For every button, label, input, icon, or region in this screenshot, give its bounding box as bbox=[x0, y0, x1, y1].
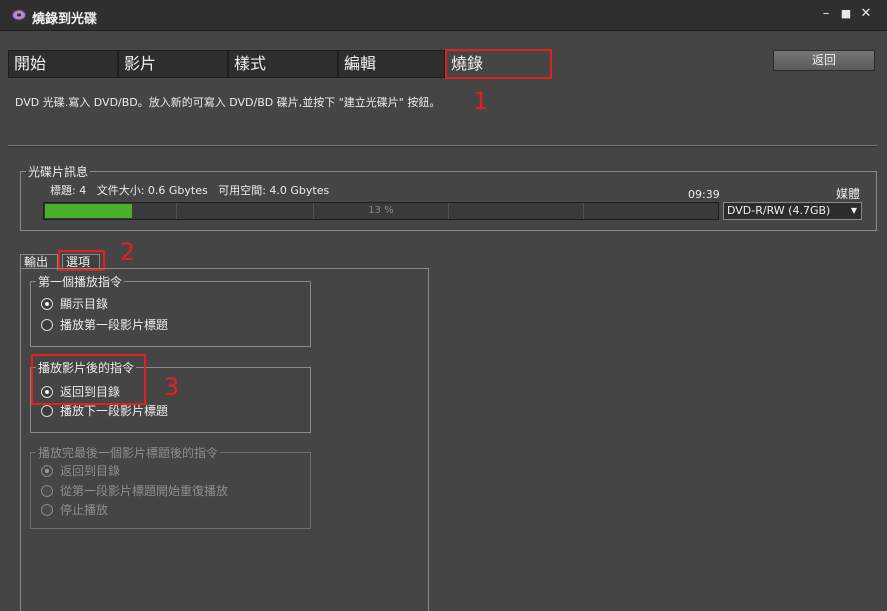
window-title: 燒錄到光碟 bbox=[32, 12, 98, 27]
radio-icon[interactable] bbox=[41, 298, 53, 310]
radio-play-first-title[interactable]: 播放第一段影片標題 bbox=[41, 317, 291, 335]
close-icon[interactable]: ✕ bbox=[858, 6, 874, 22]
after-last-title-legend: 播放完最後一個影片標題後的指令 bbox=[36, 444, 221, 461]
radio-icon[interactable] bbox=[41, 319, 53, 331]
main-tabs: 開始 影片 樣式 編輯 燒錄 bbox=[8, 50, 552, 78]
annotation-number-1: 1 bbox=[473, 87, 489, 115]
progress-percent: 13 % bbox=[368, 205, 394, 216]
radio-disabled-repeat-from-first: 從第一段影片標題開始重復播放 bbox=[41, 483, 301, 501]
chevron-down-icon[interactable]: ▼ bbox=[851, 203, 857, 219]
disc-info-group bbox=[20, 171, 877, 231]
radio-play-next-title[interactable]: 播放下一段影片標題 bbox=[41, 403, 291, 421]
radio-disabled-return-to-menu: 返回到目錄 bbox=[41, 463, 291, 481]
tab-start[interactable]: 開始 bbox=[8, 50, 118, 78]
annotation-number-2: 2 bbox=[120, 238, 136, 266]
divider bbox=[8, 145, 877, 147]
disc-time: 09:39 bbox=[688, 188, 720, 201]
radio-icon bbox=[41, 485, 53, 497]
first-play-legend: 第一個播放指令 bbox=[36, 273, 125, 290]
media-dropdown[interactable]: DVD-R/RW (4.7GB) ▼ bbox=[723, 202, 862, 220]
title-bar bbox=[0, 0, 887, 31]
minimize-icon[interactable]: – bbox=[818, 6, 834, 22]
disc-stats: 標題: 4 文件大小: 0.6 Gbytes 可用空間: 4.0 Gbytes bbox=[50, 184, 330, 197]
tab-burn[interactable]: 燒錄 bbox=[445, 50, 552, 78]
radio-icon bbox=[41, 465, 53, 477]
after-title-legend: 播放影片後的指令 bbox=[36, 359, 137, 376]
radio-show-menu[interactable]: 顯示目錄 bbox=[41, 296, 291, 314]
media-label: 媒體 bbox=[836, 187, 861, 201]
tab-edit[interactable]: 編輯 bbox=[338, 50, 445, 78]
radio-icon[interactable] bbox=[41, 386, 53, 398]
first-play-group bbox=[30, 281, 311, 347]
maximize-icon[interactable]: ■ bbox=[838, 6, 854, 22]
back-button[interactable]: 返回 bbox=[773, 50, 875, 71]
tab-style[interactable]: 樣式 bbox=[228, 50, 338, 78]
media-selected-value: DVD-R/RW (4.7GB) bbox=[727, 204, 831, 217]
radio-icon[interactable] bbox=[41, 405, 53, 417]
annotation-number-3: 3 bbox=[164, 373, 180, 401]
disc-app-icon bbox=[12, 9, 26, 21]
radio-disabled-stop: 停止播放 bbox=[41, 502, 291, 520]
tab-video[interactable]: 影片 bbox=[118, 50, 228, 78]
radio-icon bbox=[41, 504, 53, 516]
disc-info-legend: 光碟片訊息 bbox=[26, 163, 91, 180]
status-message: DVD 光碟.寫入 DVD/BD。放入新的可寫入 DVD/BD 碟片,並按下 "… bbox=[15, 96, 441, 109]
